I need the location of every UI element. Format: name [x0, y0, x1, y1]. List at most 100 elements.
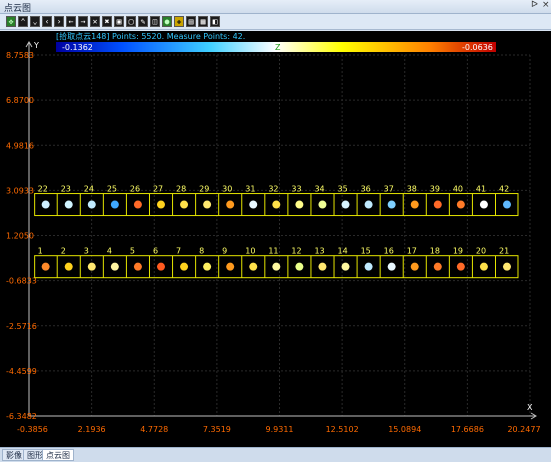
top-measure-label: 30	[222, 185, 232, 194]
measure-points: 22 23 24 25 26 27 28 29 30 31 32 33 34 35 36 37 38 39 40 41…	[38, 185, 511, 271]
bottom-measure-label: 5	[130, 247, 135, 256]
bottom-measure-point-body	[342, 264, 349, 269]
save-button[interactable]: ◧	[210, 16, 220, 27]
bottom-measure-label: 14	[338, 247, 348, 256]
top-measure-label: 24	[84, 185, 94, 194]
bottom-tab-bar: 影像 图形 点云图	[0, 447, 551, 462]
colorbar-max-label: -0.0636	[462, 43, 493, 52]
top-measure-point-body	[411, 202, 418, 207]
x-tick-label: 7.3519	[203, 425, 231, 434]
close-icon[interactable]: ×	[542, 0, 550, 10]
top-measure-label: 31	[245, 185, 255, 194]
arrow-down-button[interactable]: ⌄	[30, 16, 40, 27]
toolbar: ✥ ⌃ ⌄ ‹ › ← → ✕ ✖ ▣ ▢ ✎ ◫ ● ✚ ▤ ▦ ◧	[0, 14, 551, 30]
y-tick-label: 3.0933	[6, 186, 34, 195]
tab-2[interactable]: 点云图	[42, 449, 74, 461]
bottom-measure-point-body	[480, 264, 487, 269]
x-tick-label: 2.1936	[78, 425, 106, 434]
top-measure-label: 35	[338, 185, 348, 194]
cross-button[interactable]: ✕	[90, 16, 100, 27]
bottom-measure-label: 17	[407, 247, 417, 256]
bottom-measure-label: 21	[499, 247, 509, 256]
frame-button[interactable]: ▣	[114, 16, 124, 27]
top-measure-label: 32	[268, 185, 278, 194]
top-measure-label: 33	[291, 185, 301, 194]
bottom-measure-point-body	[88, 264, 95, 269]
top-measure-point-body	[457, 202, 464, 207]
bottom-measure-label: 9	[222, 247, 227, 256]
y-tick-label: 8.7583	[6, 51, 34, 60]
x-tick-label: -0.3856	[17, 425, 48, 434]
point-cloud-view[interactable]: YX -0.3856 2.1936 4.7728 7.3519 9.9311 12.510…	[0, 31, 551, 447]
x-tick-label: 12.5102	[326, 425, 359, 434]
bottom-measure-label: 7	[176, 247, 181, 256]
y-tick-label: -2.5716	[6, 322, 37, 331]
top-measure-point-body	[157, 202, 164, 207]
bottom-measure-point-body	[181, 264, 188, 269]
top-measure-label: 37	[384, 185, 394, 194]
cross-filled-button[interactable]: ✖	[102, 16, 112, 27]
bottom-measure-point-body	[388, 264, 395, 269]
colorbar-min-label: -0.1362	[62, 43, 93, 52]
y-tick-label: -6.3482	[6, 412, 37, 421]
top-measure-label: 28	[176, 185, 186, 194]
zoom-in-button[interactable]: ✚	[174, 16, 184, 27]
arrow-left-button[interactable]: ‹	[42, 16, 52, 27]
bottom-measure-label: 3	[84, 247, 89, 256]
info-line: [拾取点云148] Points: 5520. Measure Points: …	[56, 31, 245, 41]
top-measure-label: 36	[361, 185, 371, 194]
pencil-button[interactable]: ✎	[138, 16, 148, 27]
pin-icon[interactable]: ᐅ	[531, 0, 538, 10]
top-measure-point-body	[65, 202, 72, 207]
top-measure-label: 22	[38, 185, 48, 194]
bottom-measure-label: 15	[361, 247, 371, 256]
fit-view-button[interactable]: ✥	[6, 16, 16, 27]
move-left-button[interactable]: ←	[66, 16, 76, 27]
layers-button[interactable]: ▤	[186, 16, 196, 27]
top-measure-point-body	[181, 202, 188, 207]
top-measure-label: 23	[61, 185, 71, 194]
bottom-measure-label: 11	[268, 247, 278, 256]
bottom-measure-point-body	[365, 264, 372, 269]
bottom-measure-point-body	[204, 264, 211, 269]
y-tick-label: 6.8700	[6, 96, 34, 105]
bottom-measure-point-body	[134, 264, 141, 269]
top-measure-point-body	[365, 202, 372, 207]
x-axis-label: X	[527, 403, 533, 412]
select-box-button[interactable]: ▢	[126, 16, 136, 27]
bottom-measure-point-body	[250, 264, 257, 269]
top-measure-point-body	[250, 202, 257, 207]
bottom-measure-label: 8	[199, 247, 204, 256]
x-tick-label: 4.7728	[140, 425, 168, 434]
bottom-measure-point-body	[42, 264, 49, 269]
top-measure-label: 41	[476, 185, 486, 194]
y-tick-label: -4.4599	[6, 367, 37, 376]
move-right-button[interactable]: →	[78, 16, 88, 27]
bottom-measure-point-body	[227, 264, 234, 269]
top-measure-label: 39	[430, 185, 440, 194]
arrow-right-button[interactable]: ›	[54, 16, 64, 27]
bottom-measure-point-body	[157, 264, 164, 269]
select-zone-button[interactable]: ◫	[150, 16, 160, 27]
y-axis-label: Y	[33, 41, 39, 50]
settings-button[interactable]: ▦	[198, 16, 208, 27]
point-button[interactable]: ●	[162, 16, 172, 27]
top-measure-point-body	[503, 202, 510, 207]
bottom-measure-label: 10	[245, 247, 255, 256]
bottom-measure-point-body	[65, 264, 72, 269]
top-measure-label: 26	[130, 185, 140, 194]
top-measure-point-body	[319, 202, 326, 207]
top-measure-point-body	[227, 202, 234, 207]
top-measure-point-body	[204, 202, 211, 207]
top-measure-label: 40	[453, 185, 463, 194]
bottom-measure-point-body	[434, 264, 441, 269]
colorbar-mid-label: Z	[275, 43, 281, 52]
point-cloud-chart[interactable]: YX -0.3856 2.1936 4.7728 7.3519 9.9311 12.510…	[0, 31, 551, 447]
window-titlebar: 点云图 ᐅ ×	[0, 0, 551, 14]
bottom-measure-label: 12	[291, 247, 301, 256]
y-tick-label: -0.6833	[6, 277, 37, 286]
top-measure-point-body	[434, 202, 441, 207]
top-measure-point-body	[480, 202, 487, 207]
arrow-up-button[interactable]: ⌃	[18, 16, 28, 27]
x-tick-label: 17.6686	[451, 425, 484, 434]
